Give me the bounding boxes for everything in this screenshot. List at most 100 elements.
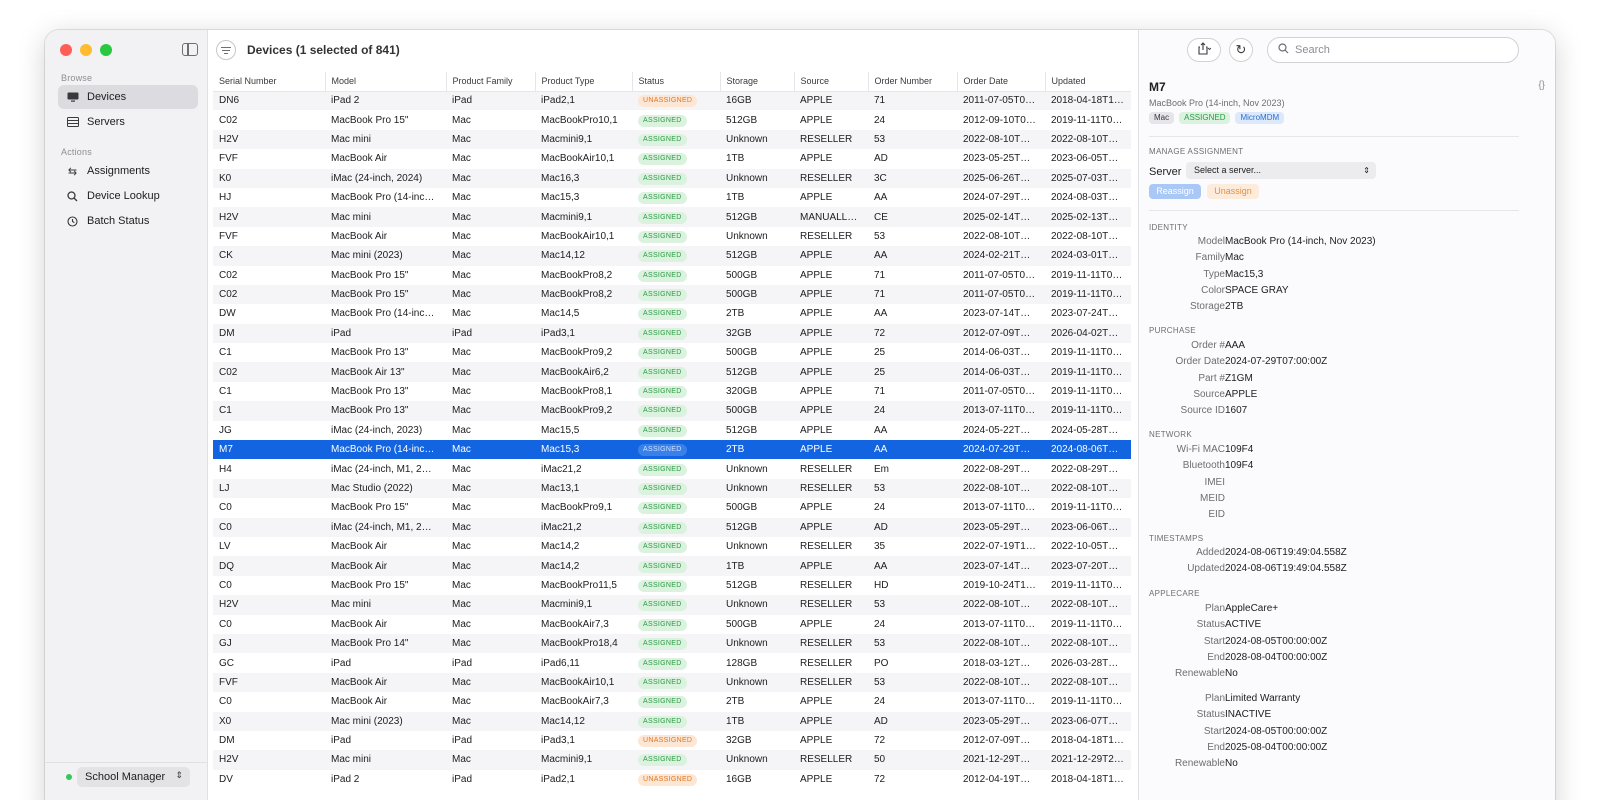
table-row[interactable]: GC iPad iPad iPad6,11 ASSIGNED 128GB RESELLER P… [213, 653, 1131, 672]
table-row[interactable]: HJ MacBook Pro (14-inc… Mac Mac15,3 ASSIGNED… [213, 188, 1131, 207]
table-row[interactable]: H4 iMac (24-inch, M1, 2… Mac iMac21,2 ASSIGN… [213, 459, 1131, 478]
table-row[interactable]: C1 MacBook Pro 13" Mac MacBookPro9,2 ASSIGNE… [213, 343, 1131, 362]
reassign-button[interactable]: Reassign [1149, 184, 1201, 199]
table-row[interactable]: DM iPad iPad iPad3,1 UNASSIGNED 32GB APPLE 72 20… [213, 731, 1131, 750]
table-row[interactable]: M7 MacBook Pro (14-inc… Mac Mac15,3 ASSIGNED… [213, 440, 1131, 460]
storage-cell: 512GB [726, 579, 758, 591]
model-cell: Mac mini [325, 750, 446, 770]
swap-arrows-icon: ⇆ [67, 165, 78, 178]
table-row[interactable]: H2V Mac mini Mac Macmini9,1 ASSIGNED Unknown R… [213, 129, 1131, 150]
table-row[interactable]: LJ Mac Studio (2022) Mac Mac13,1 ASSIGNED Unk… [213, 478, 1131, 499]
table-row[interactable]: JG iMac (24-inch, 2023) Mac Mac15,5 ASSIGNED… [213, 421, 1131, 440]
table-row[interactable]: C02 MacBook Pro 15" Mac MacBookPro10,1 ASSIG… [213, 110, 1131, 129]
table-row[interactable]: C0 iMac (24-inch, M1, 2… Mac iMac21,2 ASSIGN… [213, 517, 1131, 537]
table-row[interactable]: DW MacBook Pro (14-inc… Mac Mac14,5 ASSIGNED… [213, 304, 1131, 323]
table-row[interactable]: K0 iMac (24-inch, 2024) Mac Mac16,3 ASSIGNED… [213, 168, 1131, 188]
storage-cell: 2TB [726, 696, 745, 708]
sidebar-item-assignments[interactable]: ⇆ Assignments [58, 159, 198, 183]
table-row[interactable]: GJ MacBook Pro 14" Mac MacBookPro18,4 ASSIGN… [213, 633, 1131, 654]
table-row[interactable]: DV iPad 2 iPad iPad2,1 UNASSIGNED 16GB APPLE 72… [213, 770, 1131, 789]
column-header[interactable]: Order Date [957, 72, 1046, 92]
serial-number-cell: CK [213, 246, 325, 266]
table-row[interactable]: FVF MacBook Air Mac MacBookAir10,1 ASSIGNED U… [213, 672, 1131, 693]
updated-cell: 2024-05-28T… [1051, 424, 1119, 436]
model-cell: MacBook Air [331, 230, 388, 242]
table-row[interactable]: C02 MacBook Pro 15" Mac MacBookPro8,2 ASSIGN… [213, 284, 1131, 305]
field-value: Mac15,3 [1225, 268, 1264, 280]
status-cell: ASSIGNED [632, 440, 720, 460]
chevron-updown-icon: ⇕ [1363, 166, 1370, 175]
table-row[interactable]: CK Mac mini (2023) Mac Mac14,12 ASSIGNED 512G… [213, 246, 1131, 266]
share-button[interactable] [1187, 38, 1221, 62]
column-header[interactable]: Serial Number [213, 72, 326, 92]
table-row[interactable]: C1 MacBook Pro 13" Mac MacBookPro9,2 ASSIGNE… [213, 401, 1131, 421]
table-row[interactable]: C02 MacBook Pro 15" Mac MacBookPro8,2 ASSIGN… [213, 266, 1131, 285]
sidebar-item-servers[interactable]: Servers [58, 110, 198, 134]
table-row[interactable]: LV MacBook Air Mac Mac14,2 ASSIGNED Unknown RE… [213, 537, 1131, 556]
detail-field-row: Start 2024-08-05T00:00:00Z [1139, 726, 1555, 740]
order-number-cell: AA [868, 556, 957, 576]
serial-number-cell: H2V [213, 595, 325, 615]
search-placeholder: Search [1295, 44, 1330, 56]
table-row[interactable]: H2V Mac mini Mac Macmini9,1 ASSIGNED 512GB MAN… [213, 207, 1131, 227]
sidebar-item-batch-status[interactable]: Batch Status [58, 209, 198, 233]
source-cell: APPLE [794, 440, 868, 460]
column-header[interactable]: Product Type [535, 72, 633, 92]
table-row[interactable]: C02 MacBook Air 13" Mac MacBookAir6,2 ASSIGN… [213, 362, 1131, 382]
close-button[interactable] [60, 44, 72, 56]
updated-cell: 2022-10-05T… [1051, 541, 1119, 553]
column-header[interactable]: Order Number [868, 72, 958, 92]
json-view-button[interactable]: {} [1538, 80, 1545, 91]
storage-cell: Unknown [720, 129, 794, 150]
table-row[interactable]: C1 MacBook Pro 13" Mac MacBookPro8,1 ASSIGNE… [213, 382, 1131, 401]
filter-button[interactable] [216, 40, 236, 60]
field-label: MEID [1200, 492, 1225, 504]
order-number-cell: AA [874, 308, 888, 320]
table-row[interactable]: C0 MacBook Pro 15" Mac MacBookPro11,5 ASSIGN… [213, 576, 1131, 595]
product-type-cell: Macmini9,1 [535, 750, 632, 770]
column-header[interactable]: Storage [720, 72, 795, 92]
table-row[interactable]: FVF MacBook Air Mac MacBookAir10,1 ASSIGNED U… [213, 227, 1131, 246]
table-row[interactable]: DN6 iPad 2 iPad iPad2,1 UNASSIGNED 16GB APPLE 7… [213, 91, 1131, 111]
table-row[interactable]: X0 Mac mini (2023) Mac Mac14,12 ASSIGNED 1TB A… [213, 711, 1131, 731]
sidebar-toggle-icon[interactable] [182, 43, 198, 56]
zoom-button[interactable] [100, 44, 112, 56]
status-badge: ASSIGNED [638, 541, 687, 554]
detail-field-row: Added 2024-08-06T19:49:04.558Z [1139, 547, 1555, 561]
table-row[interactable]: H2V Mac mini Mac Macmini9,1 ASSIGNED Unknown R… [213, 595, 1131, 615]
sidebar-item-devices[interactable]: Devices [58, 85, 198, 109]
storage-cell: Unknown [720, 672, 794, 693]
column-header[interactable]: Product Family [446, 72, 536, 92]
refresh-button[interactable]: ↻ [1229, 38, 1253, 62]
unassign-button[interactable]: Unassign [1207, 184, 1259, 199]
order-number-cell: Em [874, 463, 889, 475]
product-type-cell: Mac14,5 [541, 308, 580, 320]
model-cell: MacBook Pro (14-inc… [325, 440, 446, 460]
server-picker[interactable]: School Manager ⇕ [77, 767, 190, 787]
table-row[interactable]: DM iPad iPad iPad3,1 ASSIGNED 32GB APPLE 72 2012… [213, 323, 1131, 344]
column-header[interactable]: Source [794, 72, 869, 92]
table-row[interactable]: H2V Mac mini Mac Macmini9,1 ASSIGNED Unknown R… [213, 750, 1131, 770]
field-label: Start [1203, 635, 1225, 647]
table-row[interactable]: FVF MacBook Air Mac MacBookAir10,1 ASSIGNED 1… [213, 149, 1131, 168]
product-type-cell: iMac21,2 [535, 517, 632, 537]
sidebar-item-device-lookup[interactable]: Device Lookup [58, 184, 198, 208]
field-value: AppleCare+ [1225, 603, 1279, 614]
search-input[interactable]: Search [1267, 37, 1519, 63]
server-select[interactable]: Select a server... ⇕ [1186, 162, 1376, 179]
order-number-cell: 71 [868, 284, 957, 305]
source-cell: APPLE [794, 91, 868, 111]
table-row[interactable]: C0 MacBook Air Mac MacBookAir7,3 ASSIGNED 2TB… [213, 692, 1131, 711]
storage-cell: 500GB [726, 347, 758, 359]
table-row[interactable]: C0 MacBook Air Mac MacBookAir7,3 ASSIGNED 500… [213, 615, 1131, 634]
table-row[interactable]: C0 MacBook Pro 15" Mac MacBookPro9,1 ASSIGNE… [213, 498, 1131, 517]
updated-cell: 2019-11-11T0… [1051, 269, 1123, 281]
column-header[interactable]: Status [632, 72, 721, 92]
updated-cell: 2019-11-11T0… [1051, 696, 1123, 708]
field-label: End [1207, 651, 1225, 663]
column-header[interactable]: Model [325, 72, 447, 92]
column-header[interactable]: Updated [1045, 72, 1131, 92]
detail-field-row: MEID [1139, 493, 1555, 507]
table-row[interactable]: DQ MacBook Air Mac Mac14,2 ASSIGNED 1TB APPLE A… [213, 556, 1131, 576]
minimize-button[interactable] [80, 44, 92, 56]
